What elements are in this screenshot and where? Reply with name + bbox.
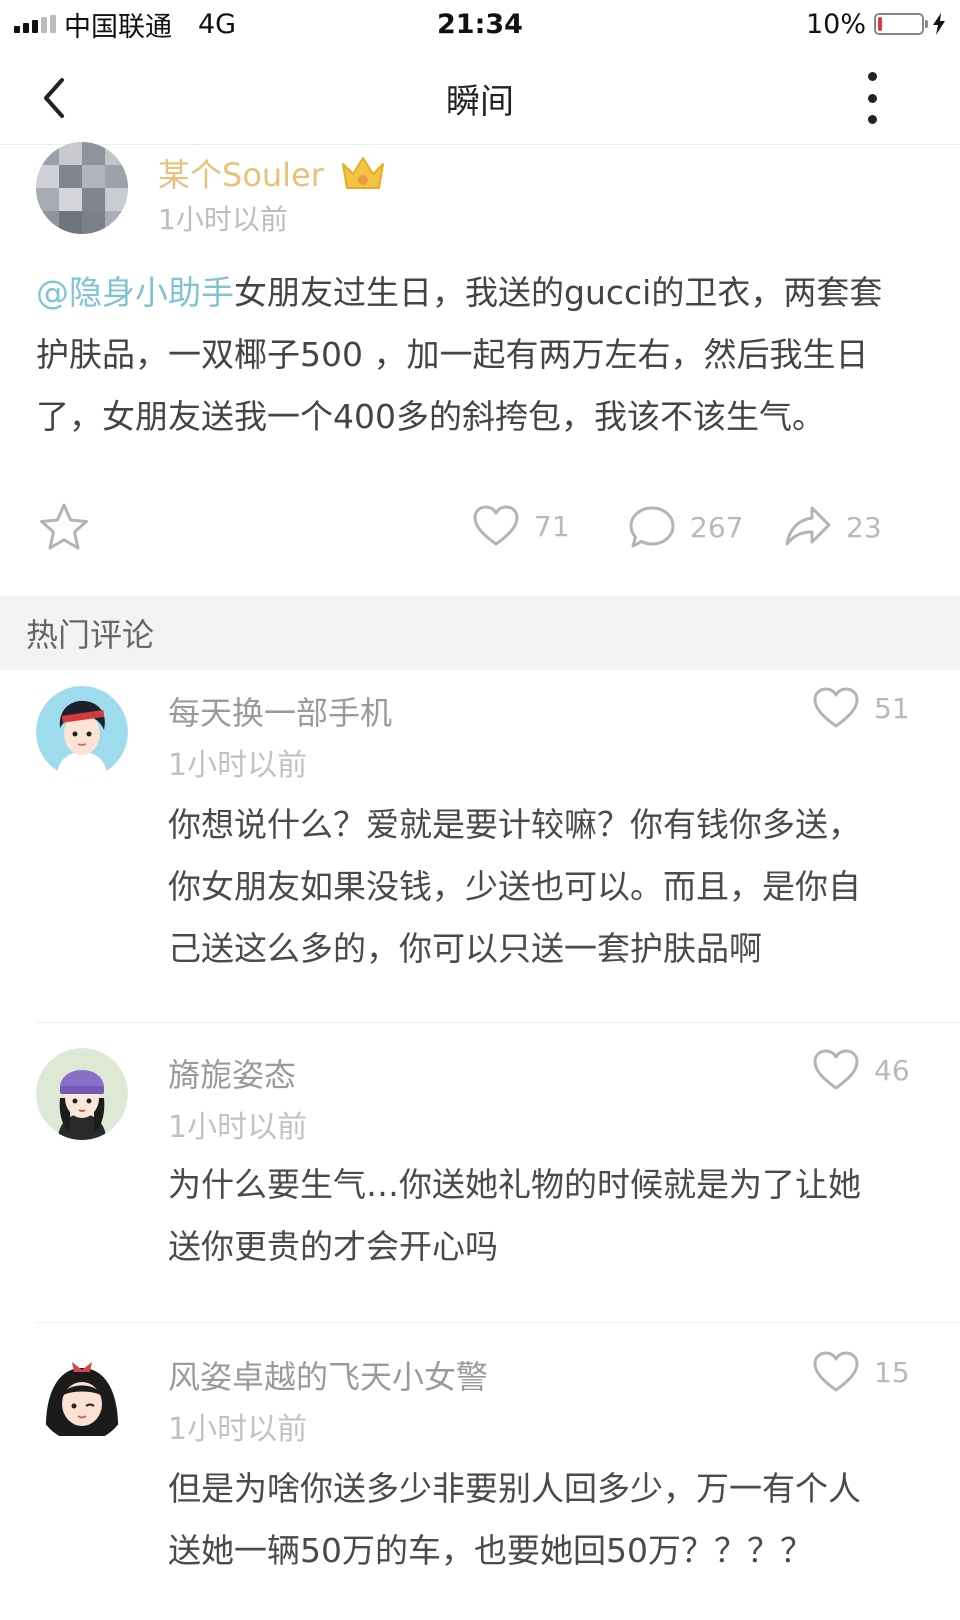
commenter-name[interactable]: 每天换一部手机 bbox=[168, 688, 392, 734]
battery-percent: 10% bbox=[805, 8, 866, 40]
comment-body: 为什么要生气…你送她礼物的时候就是为了让她 送你更贵的才会开心吗 bbox=[168, 1165, 861, 1266]
comment-like-button[interactable]: 51 bbox=[812, 686, 910, 730]
commenter-name[interactable]: 旖旎姿态 bbox=[168, 1050, 296, 1096]
post-author-name: 某个Souler bbox=[158, 156, 324, 194]
battery-fill bbox=[878, 17, 883, 31]
post-line-2: 护肤品，一双椰子500 ，加一起有两万左右，然后我生日 bbox=[36, 335, 869, 374]
heart-icon bbox=[813, 1049, 859, 1090]
post-line-1: @隐身小助手女朋友过生日，我送的gucci的卫衣，两套套 bbox=[36, 273, 883, 312]
post-time: 1小时以前 bbox=[158, 203, 288, 236]
signal-icon bbox=[14, 15, 56, 33]
post-body: @隐身小助手女朋友过生日，我送的gucci的卫衣，两套套 护肤品，一双椰子500… bbox=[36, 262, 916, 448]
like-button[interactable]: 71 bbox=[472, 504, 570, 548]
post-author-avatar[interactable] bbox=[36, 142, 128, 234]
comment-like-count: 15 bbox=[874, 1355, 910, 1389]
more-options-button[interactable] bbox=[862, 72, 882, 124]
share-button[interactable]: 23 bbox=[784, 504, 882, 550]
carrier-label: 中国联通 bbox=[64, 11, 172, 43]
like-count: 71 bbox=[534, 509, 570, 543]
comment-like-button[interactable]: 15 bbox=[812, 1350, 910, 1394]
back-button[interactable] bbox=[36, 74, 76, 122]
share-arrow-icon bbox=[785, 506, 831, 546]
divider bbox=[36, 1022, 960, 1023]
post-line-3: 了，女朋友送我一个400多的斜挎包，我该不该生气。 bbox=[36, 397, 825, 436]
battery-indicator: 10% bbox=[806, 9, 946, 40]
commenter-avatar[interactable] bbox=[36, 1350, 128, 1442]
heart-icon bbox=[813, 1351, 859, 1392]
comment-item: 旖旎姿态 1小时以前 46 为什么要生气…你送她礼物的时候就是为了让她 送你更贵… bbox=[0, 1032, 960, 1332]
comment-time: 1小时以前 bbox=[168, 748, 308, 783]
comment-body: 但是为啥你送多少非要别人回多少，万一有个人 送她一辆50万的车，也要她回50万？… bbox=[168, 1469, 861, 1570]
comment-time: 1小时以前 bbox=[168, 1412, 308, 1447]
comment-time: 1小时以前 bbox=[168, 1110, 308, 1145]
share-count: 23 bbox=[846, 510, 882, 544]
commenter-name[interactable]: 风姿卓越的飞天小女警 bbox=[168, 1352, 488, 1398]
divider bbox=[36, 1322, 960, 1323]
comment-bubble-icon bbox=[629, 506, 675, 548]
heart-icon bbox=[473, 505, 519, 546]
comment-item: 风姿卓越的飞天小女警 1小时以前 15 但是为啥你送多少非要别人回多少，万一有个… bbox=[0, 1334, 960, 1620]
commenter-avatar[interactable] bbox=[36, 1048, 128, 1140]
section-title: 热门评论 bbox=[26, 616, 155, 654]
favorite-button[interactable] bbox=[38, 502, 90, 556]
page-title: 瞬间 bbox=[446, 81, 514, 122]
commenter-avatar[interactable] bbox=[36, 686, 128, 778]
charging-bolt-icon bbox=[933, 13, 945, 35]
nav-bar: 瞬间 bbox=[0, 52, 960, 145]
comment-like-count: 46 bbox=[874, 1053, 910, 1087]
battery-icon bbox=[874, 13, 928, 35]
network-label: 4G bbox=[198, 8, 237, 40]
post-actions: 71 267 23 bbox=[0, 494, 960, 564]
status-bar: 中国联通 4G 21:34 10% bbox=[0, 0, 960, 48]
comment-button[interactable]: 267 bbox=[628, 504, 743, 550]
comment-count: 267 bbox=[690, 510, 744, 544]
crown-icon bbox=[341, 157, 384, 189]
star-icon bbox=[40, 503, 88, 550]
more-vertical-icon bbox=[867, 72, 877, 81]
comment-body: 你想说什么？爱就是要计较嘛？你有钱你多送， 你女朋友如果没钱，少送也可以。而且，… bbox=[168, 805, 861, 968]
comment-like-button[interactable]: 46 bbox=[812, 1048, 910, 1092]
comment-like-count: 51 bbox=[874, 691, 910, 725]
mention-link[interactable]: @隐身小助手 bbox=[36, 273, 234, 312]
chevron-left-icon bbox=[44, 78, 64, 118]
hot-comments-header: 热门评论 bbox=[0, 596, 960, 670]
comment-item: 每天换一部手机 1小时以前 51 你想说什么？爱就是要计较嘛？你有钱你多送， 你… bbox=[0, 670, 960, 1040]
heart-icon bbox=[813, 687, 859, 728]
post-author[interactable]: 某个Souler bbox=[158, 150, 386, 196]
